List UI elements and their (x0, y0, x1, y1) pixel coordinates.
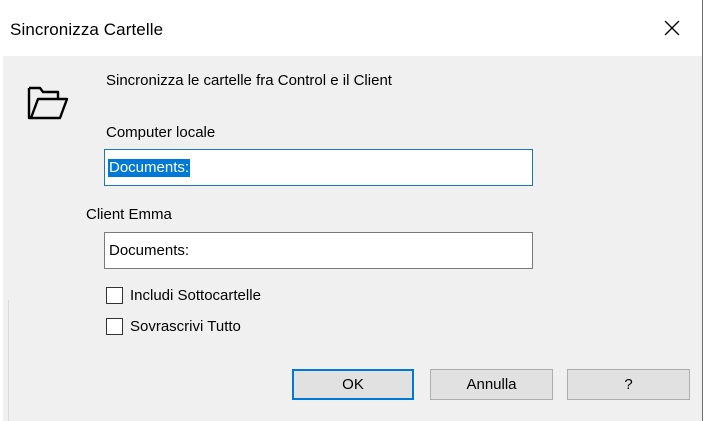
overwrite-all-checkbox[interactable] (106, 318, 123, 335)
include-subfolders-option[interactable]: Includi Sottocartelle (106, 287, 261, 304)
cancel-button[interactable]: Annulla (430, 369, 553, 400)
include-subfolders-label: Includi Sottocartelle (130, 287, 261, 304)
include-subfolders-checkbox[interactable] (106, 287, 123, 304)
window-edge (0, 56, 3, 421)
local-folder-value: Documents: (108, 159, 191, 177)
help-button[interactable]: ? (567, 369, 690, 400)
window-edge-line (8, 300, 9, 421)
close-button[interactable] (642, 0, 702, 56)
window-title: Sincronizza Cartelle (10, 20, 164, 39)
local-computer-label: Computer locale (106, 124, 216, 141)
client-folder-value: Documents: (109, 242, 190, 259)
dialog-description: Sincronizza le cartelle fra Control e il… (106, 72, 392, 89)
title-bar[interactable]: Sincronizza Cartelle (0, 0, 702, 56)
client-label: Client Emma (86, 206, 172, 223)
overwrite-all-option[interactable]: Sovrascrivi Tutto (106, 318, 241, 335)
close-icon (664, 20, 680, 36)
folder-open-icon (27, 86, 69, 120)
ok-button[interactable]: OK (292, 369, 414, 400)
overwrite-all-label: Sovrascrivi Tutto (130, 318, 241, 335)
client-folder-input[interactable]: Documents: (104, 232, 533, 269)
local-folder-input[interactable]: Documents: (104, 149, 533, 186)
sync-folders-dialog: Sincronizza Cartelle Sincronizza le cart… (0, 0, 703, 421)
